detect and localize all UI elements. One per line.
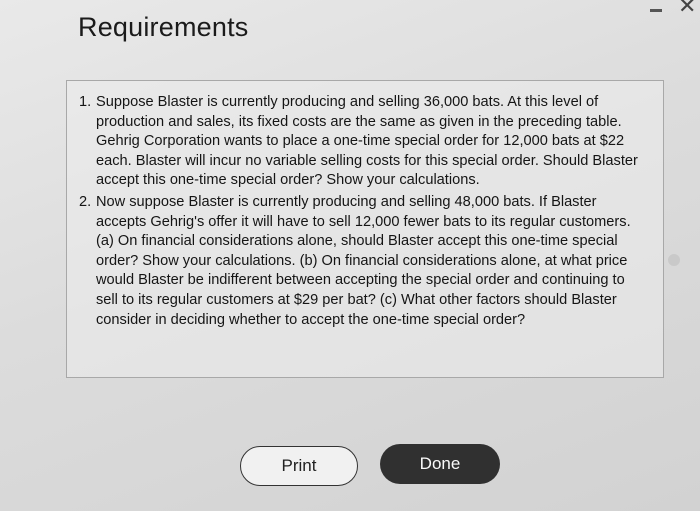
requirements-list: 1. Suppose Blaster is currently producin… [67,81,663,330]
print-button[interactable]: Print [240,446,358,486]
requirement-text: Now suppose Blaster is currently produci… [96,193,631,328]
minimize-icon[interactable] [650,9,662,12]
dialog-title: Requirements [78,12,249,42]
requirement-number: 2. [79,193,92,210]
requirements-box: 1. Suppose Blaster is currently producin… [66,80,664,378]
done-button[interactable]: Done [380,444,500,484]
scroll-indicator-dot [668,254,680,266]
requirement-text: Suppose Blaster is currently producing a… [96,94,638,189]
requirement-item-1: 1. Suppose Blaster is currently producin… [79,93,649,191]
requirement-number: 1. [79,94,92,110]
requirement-item-2: 2. Now suppose Blaster is currently prod… [79,193,649,330]
close-icon[interactable]: ✕ [678,0,698,18]
requirements-dialog: Requirements ✕ 1. Suppose Blaster is cur… [0,0,700,511]
